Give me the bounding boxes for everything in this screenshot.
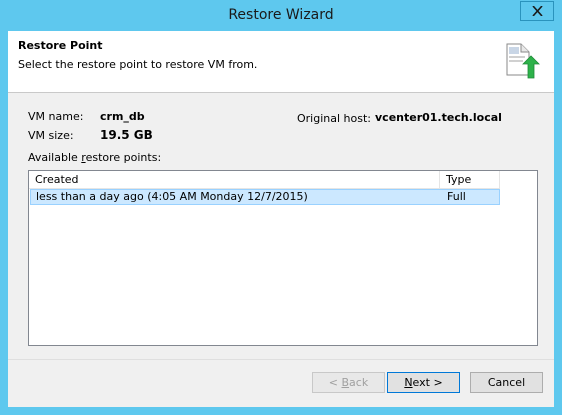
close-button[interactable]	[520, 1, 554, 21]
cancel-button[interactable]: Cancel	[470, 372, 543, 393]
restore-points-list[interactable]: Created Type less than a day ago (4:05 A…	[28, 170, 538, 346]
list-item[interactable]: less than a day ago (4:05 AM Monday 12/7…	[30, 189, 500, 205]
cell-created: less than a day ago (4:05 AM Monday 12/7…	[36, 190, 308, 203]
step-title: Restore Point	[18, 39, 103, 52]
vm-name-label: VM name:	[28, 110, 84, 123]
original-host-value: vcenter01.tech.local	[375, 111, 502, 124]
restore-points-label: Available restore points:	[28, 151, 162, 164]
next-button[interactable]: Next >	[387, 372, 460, 393]
original-host-label: Original host:	[297, 112, 371, 125]
step-description: Select the restore point to restore VM f…	[18, 58, 258, 71]
wizard-header: Restore Point Select the restore point t…	[8, 31, 554, 93]
cell-type: Full	[447, 190, 466, 203]
restore-wizard-window: Restore Wizard Restore Point Select the …	[0, 0, 562, 415]
vm-name-value: crm_db	[100, 110, 145, 123]
window-title: Restore Wizard	[228, 7, 334, 23]
close-icon	[532, 6, 543, 16]
column-header-created[interactable]: Created	[29, 171, 440, 188]
footer-divider	[8, 359, 554, 360]
title-bar[interactable]: Restore Wizard	[0, 0, 562, 31]
vm-size-value: 19.5 GB	[100, 128, 153, 142]
column-header-type[interactable]: Type	[440, 171, 500, 188]
vm-size-label: VM size:	[28, 129, 74, 142]
list-header: Created Type	[29, 171, 500, 189]
restore-document-arrow-icon	[506, 43, 540, 79]
wizard-body: Restore Point Select the restore point t…	[8, 31, 554, 407]
back-button[interactable]: < Back	[312, 372, 385, 393]
